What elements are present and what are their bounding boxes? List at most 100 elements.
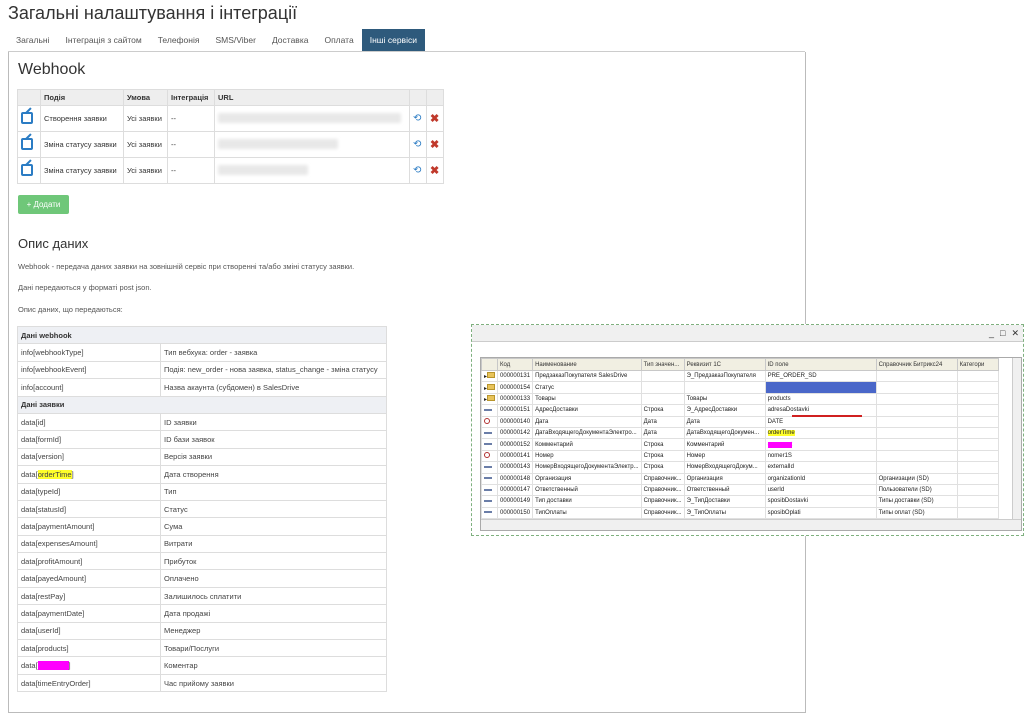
onec-row[interactable]: 000000150 ТипОплаты Справочник... Э_ТипОпла… (481, 506, 999, 520)
onec-col-3[interactable]: Реквизит 1С (683, 358, 766, 371)
field-key: info[webhookType] (17, 343, 161, 362)
history-icon[interactable]: ⟲ (413, 139, 421, 150)
field-key-name: account (35, 382, 62, 392)
onec-name: ДатаВходящегоДокументаЭлектро... (532, 426, 642, 440)
field-value: Статус (160, 499, 387, 519)
folder-icon (487, 394, 496, 401)
attribute-icon (484, 499, 492, 502)
col-event: Подія (40, 89, 124, 106)
field-key: data[timeEntryOrder] (17, 673, 161, 693)
onec-name: ПредзаказПокупателя SalesDrive (532, 369, 642, 383)
field-key: data[statusId] (17, 499, 161, 519)
onec-ref (875, 449, 958, 463)
maximize-icon[interactable]: □ (1000, 325, 1005, 341)
row-icon-cell (481, 495, 499, 508)
onec-category (956, 438, 999, 451)
onec-row[interactable]: ▸ 000000133 Товары Товары products (481, 392, 999, 406)
onec-row[interactable]: 000000152 Комментарий Строка Комментарий com… (481, 438, 999, 451)
table-row: info[webhookType] Тип вебхука: order - за… (17, 343, 387, 362)
tab-2[interactable]: Телефонія (150, 29, 208, 51)
integration-cell: -- (167, 105, 215, 132)
onec-row[interactable]: 000000141 Номер Строка Номер nomer1S (481, 449, 999, 463)
event-cell: Зміна статусу заявки (40, 131, 124, 158)
onec-col-4[interactable]: ID поле (764, 358, 877, 371)
onec-code: 000000143 (497, 461, 534, 474)
field-value: ID заявки (160, 412, 387, 432)
onec-row[interactable]: 000000149 Тип доставки Справочник... Э_ТипД… (481, 495, 999, 508)
col-integration: Інтеграція (167, 89, 215, 106)
minimize-icon[interactable]: _ (989, 325, 994, 341)
edit-cell (17, 105, 41, 132)
edit-icon[interactable] (21, 111, 33, 124)
field-value: Дата продажі (160, 604, 387, 623)
onec-category (956, 495, 999, 508)
vertical-scrollbar[interactable] (1012, 358, 1021, 530)
history-icon[interactable]: ⟲ (413, 113, 421, 124)
onec-row[interactable]: 000000143 НомерВходящегоДокументаЭлектр..… (481, 461, 999, 474)
onec-row[interactable]: 000000140 Дата Дата Дата DATE (481, 415, 999, 428)
onec-id: orderTime (764, 426, 877, 440)
tab-0[interactable]: Загальні (8, 29, 57, 51)
tab-6[interactable]: Інші сервіси (361, 29, 425, 51)
field-key-name: typeId (37, 487, 59, 497)
description-heading: Опис даних (18, 236, 89, 251)
onec-req: Э_ТипОплаты (683, 506, 766, 520)
onec-row[interactable]: 000000148 Организация Справочник... Организ… (481, 472, 999, 485)
col-delete (426, 89, 444, 106)
onec-req: Э_ТипДоставки (683, 495, 766, 508)
attribute-icon (484, 488, 492, 491)
field-key: data[comment] (17, 656, 161, 675)
close-icon[interactable]: ✕ (1011, 325, 1019, 341)
delete-icon[interactable]: ✖ (430, 113, 439, 125)
table-row: data[statusId] Статус (17, 499, 387, 519)
onec-name: НомерВходящегоДокументаЭлектр... (532, 461, 642, 474)
delete-icon[interactable]: ✖ (430, 165, 439, 177)
edit-icon[interactable] (21, 137, 33, 150)
tab-5[interactable]: Оплата (316, 29, 361, 51)
onec-col-0[interactable]: Код (497, 358, 534, 371)
description-text: Webhook - передача даних заявки на зовні… (18, 262, 355, 271)
horizontal-scrollbar[interactable] (481, 519, 1021, 530)
tab-1[interactable]: Інтеграція з сайтом (57, 29, 149, 51)
onec-row[interactable]: 000000147 Ответственный Справочник... Ответ… (481, 483, 999, 497)
onec-id (764, 381, 877, 394)
table-row: data[typeId] Тип (17, 482, 387, 501)
row-icon-cell (481, 461, 499, 474)
onec-ref (875, 426, 958, 440)
data-intro-text: Опис даних, що передаються: (18, 305, 123, 314)
onec-code: 000000154 (497, 381, 534, 394)
tab-3[interactable]: SMS/Viber (207, 29, 263, 51)
onec-req: Номер (683, 449, 766, 463)
onec-ref (875, 381, 958, 394)
history-icon[interactable]: ⟲ (413, 165, 421, 176)
onec-col-2[interactable]: Тип значен... (640, 358, 685, 371)
onec-req: Дата (683, 415, 766, 428)
field-key: data[restPay] (17, 586, 161, 606)
condition-cell: Усі заявки (123, 131, 168, 158)
onec-row[interactable]: ▸ 000000131 ПредзаказПокупателя SalesDrive… (481, 369, 999, 383)
field-value: Тип вебхука: order - заявка (160, 343, 387, 362)
onec-col-1[interactable]: Наименование (532, 358, 642, 371)
delete-icon[interactable]: ✖ (430, 139, 439, 151)
edit-cell (17, 157, 41, 184)
webhook-table: Подія Умова Інтеграція URL Створення зая… (17, 89, 444, 184)
url-cell (214, 131, 410, 158)
attribute-icon (484, 408, 492, 411)
onec-row[interactable]: 000000151 АдресДоставки Строка Э_АдресДоста… (481, 404, 999, 417)
onec-row[interactable]: ▸ 000000154 Статус (481, 381, 999, 394)
field-key-name: expensesAmount (37, 539, 96, 549)
field-key-name: webhookEvent (35, 365, 85, 375)
onec-row[interactable]: 000000142 ДатаВходящегоДокументаЭлектро..… (481, 426, 999, 440)
field-key: data[payedAmount] (17, 569, 161, 588)
row-icon-cell: ▸ (481, 392, 499, 406)
onec-col-6[interactable]: Категори (956, 358, 999, 371)
add-webhook-button[interactable]: + Додати (18, 195, 69, 214)
table-row: info[account] Назва акаунта (субдомен) в … (17, 378, 387, 397)
field-value: Товари/Послуги (160, 639, 387, 658)
row-icon-cell: ▸ (481, 381, 499, 394)
attribute-icon (484, 431, 492, 434)
onec-col-5[interactable]: Справочник Битрикс24 (875, 358, 958, 371)
field-value: Оплачено (160, 569, 387, 588)
edit-icon[interactable] (21, 163, 33, 176)
tab-4[interactable]: Доставка (264, 29, 317, 51)
